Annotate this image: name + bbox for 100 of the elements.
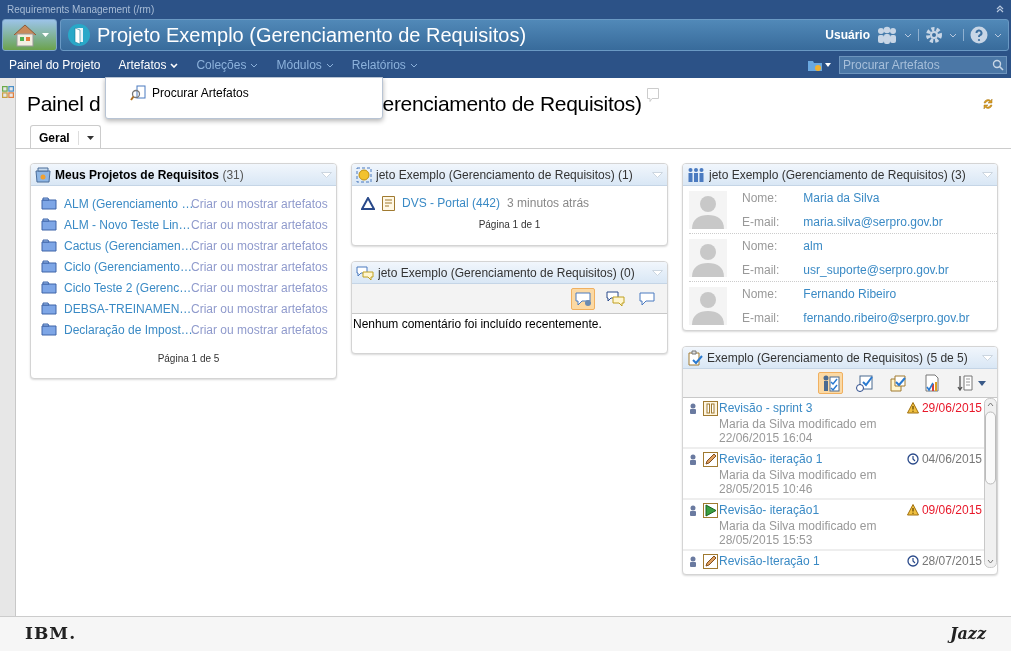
chevron-icon [250,62,259,68]
chevron-icon [325,62,334,68]
timestamp-text: 3 minutos atrás [507,195,590,212]
page-title: Painel d [27,91,101,118]
empty-message: Nenhum comentário foi incluído recentemente. [352,316,603,333]
field-label: Nome: [742,286,779,303]
folder-icon[interactable] [807,58,823,72]
speech-bubble-icon [605,290,625,307]
person-silhouette-icon [689,287,727,325]
person-icon [689,453,697,465]
menu-item[interactable]: Procurar Artefatos [130,84,249,102]
modified-info-text: Maria da Silva modificado em 22/06/2015 16:04 [718,417,878,445]
email-link[interactable]: fernando.ribeiro@serpro.gov.br [803,309,970,327]
caret-icon[interactable] [825,63,831,67]
chevron-icon[interactable] [949,32,957,38]
pencil-icon [703,553,718,569]
create-artifacts-link[interactable]: Criar ou mostrar artefatos [191,299,328,318]
person-silhouette-icon [689,190,727,229]
project-link[interactable]: Cactus (Gerenciamen… [64,236,191,255]
collapse-icon[interactable] [996,5,1004,13]
folder-icon [41,281,57,294]
home-button[interactable] [2,19,57,51]
tab[interactable]: Geral [30,125,101,149]
play-icon [703,502,718,518]
folder-icon [41,323,57,336]
speech-bubble-icon [573,290,593,307]
member-name-link[interactable]: alm [803,236,949,255]
widget-title: Exemplo (Gerenciamento de Requisitos) (5 de 5) [707,349,969,367]
team-icon [687,166,705,183]
settings-icon[interactable] [925,26,943,44]
nav-menu-item[interactable]: Relatórios [351,56,418,74]
search-field[interactable]: Procurar Artefatos [839,56,1007,74]
email-link[interactable]: maria.silva@serpro.gov.br [803,212,943,231]
review-link[interactable]: Revisão - sprint 3 [719,399,907,417]
speech-bubble-icon [637,290,657,307]
review-link[interactable]: Revisão- iteração 1 [719,450,907,468]
clipboard-icon [687,349,703,366]
chevron-icon [409,62,418,68]
scrollbar[interactable] [984,398,997,568]
pencil-icon [703,451,718,467]
review-filter-icon [923,374,942,392]
artifact-link[interactable]: DVS - Portal (442) [402,194,501,212]
project-link[interactable]: ALM - Novo Teste Lin… [64,215,191,234]
person-silhouette-icon [689,238,727,277]
person-icon [689,555,697,567]
nav-menu-item[interactable]: Painel do Projeto [9,56,101,74]
pause-icon [703,400,718,416]
field-label: E-mail: [742,213,780,231]
jazz-logo: Jazz [949,623,986,645]
page-title: erenciamento de Requisitos) [382,91,642,118]
folder-icon [41,218,57,231]
project-title: Projeto Exemplo (Gerenciamento de Requisitos) [97,23,528,48]
review-filter-icon [855,374,874,392]
search-icon[interactable] [992,59,1004,71]
review-link[interactable]: Revisão-Iteração 1 [719,552,907,570]
project-link[interactable]: Ciclo Teste 2 (Gerenc… [64,278,191,297]
project-link[interactable]: ALM (Gerenciamento … [64,194,191,213]
create-artifacts-link[interactable]: Criar ou mostrar artefatos [191,236,328,255]
project-link[interactable]: Ciclo (Gerenciamento… [64,257,191,276]
grid-icon[interactable] [1,86,14,98]
create-artifacts-link[interactable]: Criar ou mostrar artefatos [191,278,328,297]
create-artifacts-link[interactable]: Criar ou mostrar artefatos [191,320,328,339]
create-artifacts-link[interactable]: Criar ou mostrar artefatos [191,215,328,234]
comments-icon [356,264,374,281]
email-link[interactable]: usr_suporte@serpro.gov.br [803,260,949,279]
field-label: E-mail: [742,261,780,279]
folder-icon [41,239,57,252]
member-name-link[interactable]: Maria da Silva [803,188,943,207]
nav-menu-item[interactable]: Módulos [276,56,334,74]
nav-menu-item[interactable]: Artefatos [118,56,179,74]
people-icon[interactable] [876,26,898,44]
due-date-text: 28/07/2015 [921,553,982,570]
event-icon [356,166,372,183]
due-date-text: 29/06/2015 [921,400,982,417]
create-artifacts-link[interactable]: Criar ou mostrar artefatos [191,194,328,213]
caret-icon [978,380,986,386]
comment-filter-button[interactable] [571,287,595,310]
caret-icon [86,135,94,140]
due-date-text: 09/06/2015 [921,502,982,519]
chevron-icon [170,62,179,68]
project-link[interactable]: Declaração de Impost… [64,320,191,339]
pager-text: Página 1 de 1 [478,218,541,232]
help-icon[interactable] [970,26,988,44]
review-link[interactable]: Revisão- iteração1 [719,501,907,519]
caret-icon [41,33,49,37]
refresh-icon[interactable] [981,97,995,111]
project-link[interactable]: DEBSA-TREINAMEN… [64,299,191,318]
review-filter-icon [821,374,840,392]
chevron-icon[interactable] [994,32,1002,38]
nav-menu-item[interactable]: Coleções [196,56,259,74]
create-artifacts-link[interactable]: Criar ou mostrar artefatos [191,257,328,276]
chevron-icon[interactable] [904,32,912,38]
field-label: Nome: [742,237,779,255]
review-filter-button[interactable] [818,372,843,394]
member-name-link[interactable]: Fernando Ribeiro [803,285,970,303]
modified-info-text: Maria da Silva modificado em 28/05/2015 15:53 [718,519,878,547]
door-icon [67,23,91,47]
folder-icon [41,260,57,273]
field-label: E-mail: [742,310,780,327]
field-label: Nome: [742,189,779,207]
